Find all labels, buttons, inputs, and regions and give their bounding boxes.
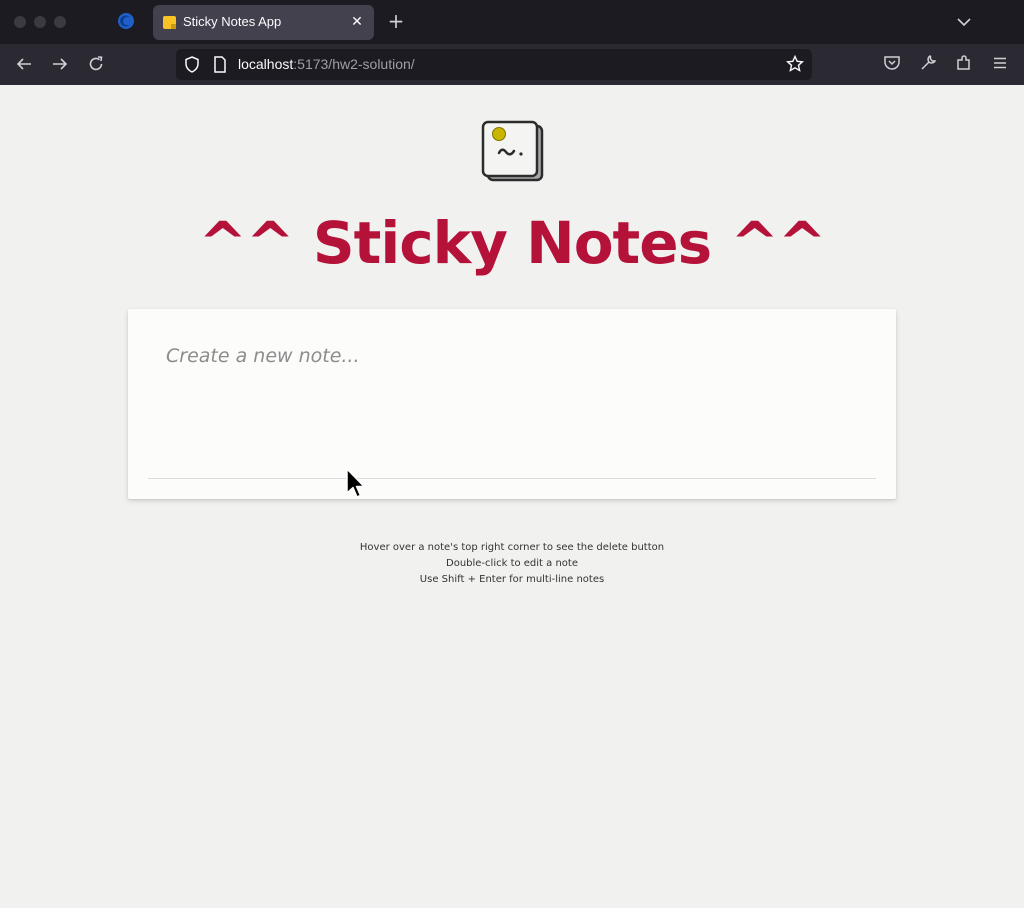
instruction-delete: Hover over a note's top right corner to … xyxy=(359,542,665,553)
sticky-note-favicon-icon xyxy=(163,16,176,29)
page-icon[interactable] xyxy=(213,56,227,73)
url-host: localhost xyxy=(238,56,294,72)
url-text[interactable]: localhost:5173/hw2-solution/ xyxy=(238,56,415,72)
sticky-note-logo-icon xyxy=(481,120,544,182)
pocket-icon[interactable] xyxy=(883,54,901,72)
page-content: ^^ Sticky Notes ^^ Hover over a note's t… xyxy=(0,85,1024,908)
window-minimize-button[interactable] xyxy=(34,16,46,28)
back-icon[interactable] xyxy=(14,54,34,74)
tab-close-icon[interactable]: ✕ xyxy=(348,13,366,31)
chevron-down-icon[interactable] xyxy=(955,13,973,31)
tab-strip: Sticky Notes App ✕ + xyxy=(0,0,1024,44)
tab-sticky-notes[interactable]: Sticky Notes App ✕ xyxy=(153,5,374,40)
reload-icon[interactable] xyxy=(86,54,106,74)
url-bar[interactable]: localhost:5173/hw2-solution/ xyxy=(176,49,812,80)
new-tab-button[interactable]: + xyxy=(386,11,406,31)
window-zoom-button[interactable] xyxy=(54,16,66,28)
instruction-edit: Double-click to edit a note xyxy=(446,558,578,569)
wrench-icon[interactable] xyxy=(919,54,937,72)
instruction-multiline: Use Shift + Enter for multi-line notes xyxy=(419,574,605,585)
forward-icon[interactable] xyxy=(50,54,70,74)
instructions: Hover over a note's top right corner to … xyxy=(0,540,1024,588)
shield-icon[interactable] xyxy=(184,56,200,73)
browser-chrome: Sticky Notes App ✕ + localhost:5173/hw2-… xyxy=(0,0,1024,85)
url-path: :5173/hw2-solution/ xyxy=(293,56,415,72)
new-note-input[interactable] xyxy=(148,327,876,477)
page-title: ^^ Sticky Notes ^^ xyxy=(198,209,826,277)
window-close-button[interactable] xyxy=(14,16,26,28)
navigation-bar: localhost:5173/hw2-solution/ xyxy=(0,44,1024,85)
new-note-card xyxy=(128,309,896,499)
note-divider xyxy=(148,478,876,479)
tab-title: Sticky Notes App xyxy=(183,14,282,29)
firefox-icon[interactable] xyxy=(117,12,135,30)
menu-icon[interactable] xyxy=(991,54,1009,72)
bookmark-star-icon[interactable] xyxy=(786,55,804,73)
extensions-icon[interactable] xyxy=(955,54,973,72)
mouse-cursor-icon xyxy=(346,468,365,498)
